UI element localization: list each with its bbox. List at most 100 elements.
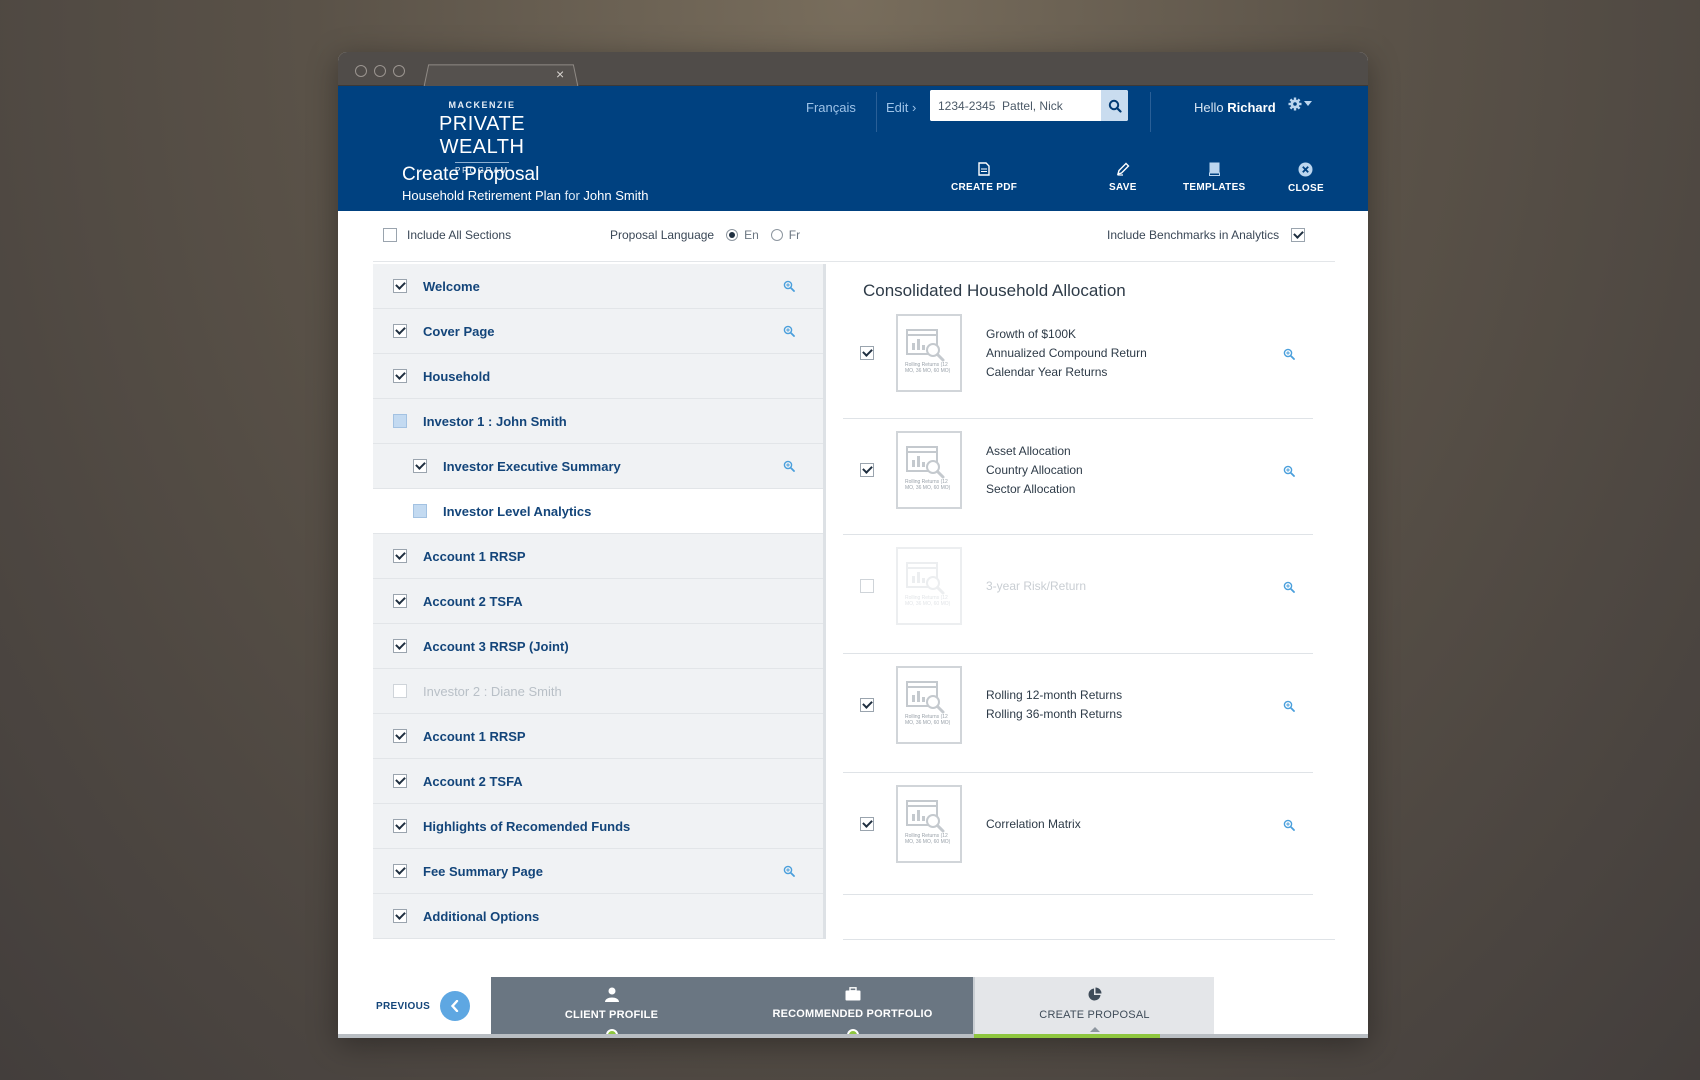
section-checkbox[interactable] [393,414,407,428]
section-checkbox[interactable] [393,594,407,608]
radio-fr[interactable] [770,229,783,241]
logo-top-text: MACKENZIE [448,100,516,110]
preview-button[interactable] [1283,818,1295,836]
section-item[interactable]: Account 1 RRSP [373,534,823,579]
section-item[interactable]: Highlights of Recomended Funds [373,804,823,849]
previous-button[interactable] [440,991,471,1021]
report-thumbnail[interactable]: Rolling Returns (12 MO, 36 MO, 60 MO) [896,431,962,509]
divider [373,261,1335,262]
close-label: CLOSE [1288,183,1324,194]
preview-button[interactable] [783,864,795,882]
section-checkbox[interactable] [393,639,407,653]
report-thumbnail[interactable]: Rolling Returns (12 MO, 36 MO, 60 MO) [896,785,962,863]
subtitle-for: for [564,188,580,203]
section-label: Investor 2 : Diane Smith [423,683,562,699]
section-checkbox[interactable] [393,549,407,563]
thumbnail-caption: Rolling Returns (12 MO, 36 MO, 60 MO) [905,362,951,374]
section-checkbox[interactable] [393,774,407,788]
section-item[interactable]: Additional Options [373,894,823,939]
wizard-progress-track [338,1034,1368,1038]
search-input[interactable] [930,90,1101,121]
section-item[interactable]: Investor Level Analytics [373,489,823,534]
step-client-profile[interactable]: CLIENT PROFILE [491,977,732,1038]
section-checkbox[interactable] [393,729,407,743]
section-item[interactable]: Household [373,354,823,399]
section-checkbox[interactable] [393,369,407,383]
section-item[interactable]: Investor 1 : John Smith [373,399,823,444]
benchmarks-checkbox[interactable] [1291,228,1306,242]
section-checkbox[interactable] [393,819,407,833]
section-checkbox[interactable] [393,909,407,923]
report-checkbox[interactable] [860,463,874,477]
page-subtitle: Household Retirement Plan for John Smith [402,188,648,203]
section-list: Welcome Cover Page Household Investor 1 : J… [373,264,823,939]
section-item[interactable]: Account 1 RRSP [373,714,823,759]
report-thumbnail[interactable]: Rolling Returns (12 MO, 36 MO, 60 MO) [896,666,962,744]
preview-button[interactable] [783,324,795,342]
report-checkbox[interactable] [860,579,874,593]
section-checkbox[interactable] [413,459,427,473]
section-label: Highlights of Recomended Funds [423,818,631,834]
report-card: Rolling Returns (12 MO, 36 MO, 60 MO) 3-y… [843,535,1313,654]
report-checkbox[interactable] [860,698,874,712]
preview-button[interactable] [1283,347,1295,365]
templates-button[interactable]: TEMPLATES [1183,162,1246,193]
preview-button[interactable] [1283,699,1295,717]
section-item[interactable]: Account 3 RRSP (Joint) [373,624,823,669]
report-thumbnail[interactable]: Rolling Returns (12 MO, 36 MO, 60 MO) [896,314,962,392]
section-item[interactable]: Account 2 TSFA [373,579,823,624]
section-item[interactable]: Account 2 TSFA [373,759,823,804]
step-recommended-portfolio[interactable]: RECOMMENDED PORTFOLIO [732,977,973,1038]
section-checkbox[interactable] [393,279,407,293]
tab-close-icon[interactable]: × [556,66,564,82]
section-checkbox[interactable] [393,864,407,878]
create-pdf-button[interactable]: CREATE PDF [951,162,1017,193]
include-all-option[interactable]: Include All Sections [383,228,511,242]
minimize-window-dot[interactable] [374,65,386,77]
report-line: Country Allocation [986,462,1083,477]
section-checkbox[interactable] [393,324,407,338]
settings-menu[interactable] [1288,97,1312,111]
save-label: SAVE [1109,182,1137,193]
section-item[interactable]: Cover Page [373,309,823,354]
benchmarks-option[interactable]: Include Benchmarks in Analytics [1107,228,1306,242]
zoom-icon [783,325,795,337]
save-button[interactable]: SAVE [1109,162,1137,193]
section-item[interactable]: Welcome [373,264,823,309]
radio-en[interactable] [726,229,739,241]
report-line: Annualized Compound Return [986,345,1147,360]
previous-nav[interactable]: PREVIOUS [376,991,471,1021]
report-thumbnail[interactable]: Rolling Returns (12 MO, 36 MO, 60 MO) [896,547,962,625]
preview-button[interactable] [783,459,795,477]
section-checkbox[interactable] [413,504,427,518]
search-button[interactable] [1101,90,1128,121]
edit-link[interactable]: Edit › [886,100,916,115]
preview-button[interactable] [783,279,795,297]
section-item[interactable]: Fee Summary Page [373,849,823,894]
language-link[interactable]: Français [806,100,856,115]
report-line: Sector Allocation [986,481,1076,496]
language-option-fr[interactable]: Fr [770,228,801,242]
step-create-proposal[interactable]: CREATE PROPOSAL [973,977,1214,1035]
preview-button[interactable] [1283,580,1295,598]
proposal-language-label: Proposal Language [610,228,715,242]
maximize-window-dot[interactable] [393,65,405,77]
report-lines: 3-year Risk/Return [986,577,1086,596]
section-item[interactable]: Investor 2 : Diane Smith [373,669,823,714]
report-checkbox[interactable] [860,346,874,360]
include-all-checkbox[interactable] [383,228,397,242]
user-greeting: Hello Richard [1194,100,1276,115]
benchmarks-label: Include Benchmarks in Analytics [1107,228,1280,242]
section-checkbox[interactable] [393,684,407,698]
radio-en-label: En [744,228,759,242]
subtitle-plan: Household Retirement Plan [402,188,561,203]
close-window-dot[interactable] [355,65,367,77]
logo-main-text: PRIVATE WEALTH [438,113,526,158]
section-item[interactable]: Investor Executive Summary [373,444,823,489]
radio-fr-label: Fr [788,228,801,242]
report-checkbox[interactable] [860,817,874,831]
close-button[interactable]: CLOSE [1288,162,1324,194]
language-option-en[interactable]: En [726,228,759,242]
preview-button[interactable] [1283,464,1295,482]
include-all-label: Include All Sections [407,228,512,242]
